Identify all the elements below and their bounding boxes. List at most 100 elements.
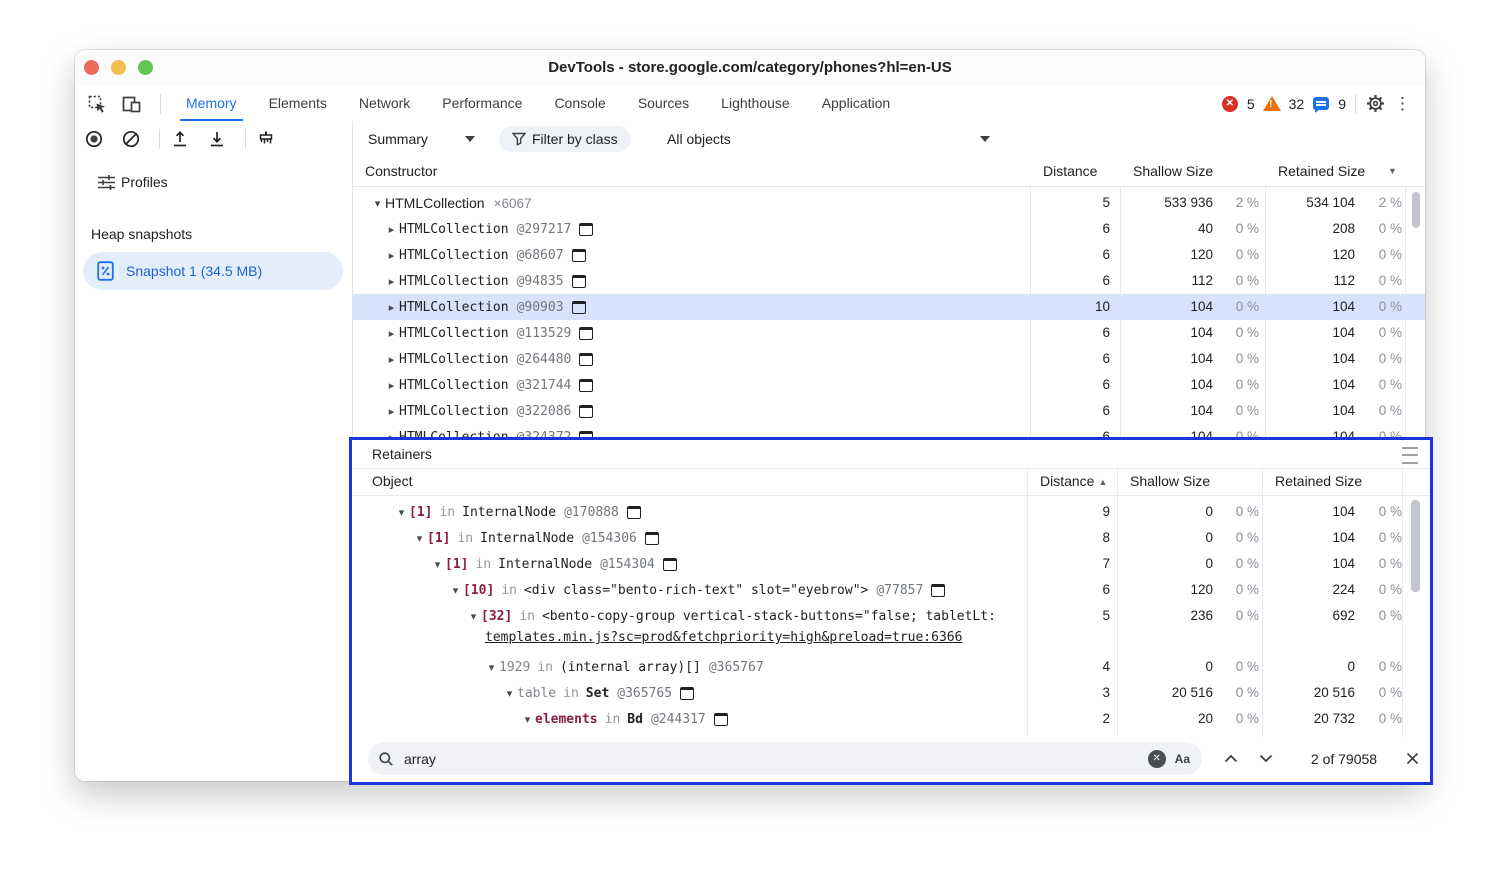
memory-toolbar: Summary Filter by class All objects: [75, 121, 1425, 158]
collapse-icon[interactable]: [394, 506, 409, 519]
retained-size-column-header[interactable]: Retained Size: [1278, 157, 1365, 186]
retainers-pane-titlebar: Retainers: [352, 440, 1430, 469]
heap-object-row-selected[interactable]: HTMLCollection @90903 10 104 0 % 104 0 %: [352, 294, 1425, 320]
collapse-icon[interactable]: [520, 713, 535, 726]
frame-icon[interactable]: [579, 327, 593, 340]
frame-icon[interactable]: [627, 506, 641, 519]
more-options-kebab-icon[interactable]: ⋮: [1394, 95, 1411, 112]
heap-object-row[interactable]: HTMLCollection @321744 6 104 0 % 104 0 %: [352, 372, 1425, 398]
issue-count[interactable]: 9: [1338, 96, 1346, 112]
heap-object-row[interactable]: HTMLCollection @297217 6 40 0 % 208 0 %: [352, 216, 1425, 242]
retainer-row[interactable]: [1] in InternalNode @154306 8 0 0 % 104 …: [352, 525, 1430, 551]
warning-count-icon[interactable]: [1264, 96, 1280, 112]
expand-icon[interactable]: [384, 379, 399, 392]
frame-icon[interactable]: [663, 558, 677, 571]
source-location-link[interactable]: templates.min.js?sc=prod&fetchpriority=h…: [485, 627, 962, 649]
collapse-icon[interactable]: [466, 610, 481, 623]
tab-sources[interactable]: Sources: [622, 86, 705, 121]
frame-icon[interactable]: [680, 687, 694, 700]
retainer-row[interactable]: [10] in <div class="bento-rich-text" slo…: [352, 577, 1430, 603]
frame-icon[interactable]: [579, 223, 593, 236]
retained-size-column-header[interactable]: Retained Size: [1275, 468, 1362, 495]
collapse-icon[interactable]: [370, 197, 385, 210]
error-count-icon[interactable]: ✕: [1222, 96, 1238, 112]
clear-brush-icon[interactable]: [255, 128, 277, 150]
constructor-column-header[interactable]: Constructor: [365, 157, 437, 186]
next-result-button[interactable]: [1253, 742, 1279, 775]
frame-icon[interactable]: [579, 379, 593, 392]
clear-profiles-icon[interactable]: [120, 128, 142, 150]
collapse-icon[interactable]: [484, 661, 499, 674]
retainers-title: Retainers: [372, 446, 432, 462]
sidebar-item-profiles[interactable]: Profiles: [75, 165, 352, 199]
load-profile-icon[interactable]: [169, 128, 191, 150]
frame-icon[interactable]: [572, 301, 586, 314]
match-case-toggle[interactable]: Aa: [1175, 752, 1190, 766]
distance-column-header[interactable]: Distance: [1043, 157, 1097, 186]
retainer-row[interactable]: [1] in InternalNode @170888 9 0 0 % 104 …: [352, 499, 1430, 525]
settings-gear-icon[interactable]: [1365, 94, 1385, 114]
frame-icon[interactable]: [645, 532, 659, 545]
expand-icon[interactable]: [384, 405, 399, 418]
vertical-scrollbar-thumb[interactable]: [1411, 500, 1420, 592]
tab-memory[interactable]: Memory: [170, 86, 253, 121]
retainer-row[interactable]: table in Set @365765 3 20 516 0 % 20 516…: [352, 680, 1430, 706]
issues-icon[interactable]: [1313, 96, 1329, 112]
divider: [245, 129, 246, 149]
expand-icon[interactable]: [384, 249, 399, 262]
retainer-row[interactable]: [32] in <bento-copy-group vertical-stack…: [352, 603, 1430, 629]
constructor-group-row[interactable]: HTMLCollection ×6067 5 533 936 2 % 534 1…: [352, 190, 1425, 216]
frame-icon[interactable]: [714, 713, 728, 726]
save-profile-icon[interactable]: [206, 128, 228, 150]
vertical-scrollbar-thumb[interactable]: [1412, 192, 1420, 228]
warning-count[interactable]: 32: [1289, 96, 1305, 112]
frame-icon[interactable]: [579, 353, 593, 366]
search-input[interactable]: [402, 750, 1148, 768]
object-column-header[interactable]: Object: [372, 468, 412, 495]
frame-icon[interactable]: [579, 405, 593, 418]
record-heap-snapshot-icon[interactable]: [83, 128, 105, 150]
heap-object-row[interactable]: HTMLCollection @68607 6 120 0 % 120 0 %: [352, 242, 1425, 268]
previous-result-button[interactable]: [1218, 742, 1244, 775]
retainer-row[interactable]: 1929 in (internal array)[] @365767 4 0 0…: [352, 654, 1430, 680]
collapse-icon[interactable]: [448, 584, 463, 597]
tab-console[interactable]: Console: [538, 86, 621, 121]
device-toolbar-icon[interactable]: [121, 93, 143, 115]
retainer-row[interactable]: elements in Bd @244317 2 20 0 % 20 732 0…: [352, 706, 1430, 732]
heap-object-row[interactable]: HTMLCollection @94835 6 112 0 % 112 0 %: [352, 268, 1425, 294]
heap-object-row[interactable]: HTMLCollection @322086 6 104 0 % 104 0 %: [352, 398, 1425, 424]
tab-application[interactable]: Application: [806, 86, 907, 121]
collapse-icon[interactable]: [502, 687, 517, 700]
expand-icon[interactable]: [384, 223, 399, 236]
retainer-row[interactable]: [1] in InternalNode @154304 7 0 0 % 104 …: [352, 551, 1430, 577]
pane-menu-icon[interactable]: [1402, 447, 1418, 464]
heap-object-row[interactable]: HTMLCollection @113529 6 104 0 % 104 0 %: [352, 320, 1425, 346]
divider: [1355, 94, 1356, 114]
clear-search-icon[interactable]: ✕: [1148, 750, 1166, 768]
shallow-size-column-header[interactable]: Shallow Size: [1130, 468, 1210, 495]
sidebar-item-snapshot-1[interactable]: Snapshot 1 (34.5 MB): [83, 252, 343, 290]
collapse-icon[interactable]: [412, 532, 427, 545]
tab-network[interactable]: Network: [343, 86, 426, 121]
collapse-icon[interactable]: [430, 558, 445, 571]
tab-performance[interactable]: Performance: [426, 86, 538, 121]
shallow-size-column-header[interactable]: Shallow Size: [1133, 157, 1213, 186]
expand-icon[interactable]: [384, 353, 399, 366]
tab-lighthouse[interactable]: Lighthouse: [705, 86, 806, 121]
frame-icon[interactable]: [572, 275, 586, 288]
inspect-element-icon[interactable]: [86, 93, 108, 115]
perspective-select[interactable]: Summary: [368, 121, 428, 157]
object-filter-select[interactable]: All objects: [667, 121, 731, 157]
error-count[interactable]: 5: [1247, 96, 1255, 112]
close-search-icon[interactable]: [1400, 742, 1424, 775]
heap-object-row[interactable]: HTMLCollection @264480 6 104 0 % 104 0 %: [352, 346, 1425, 372]
tab-elements[interactable]: Elements: [253, 86, 343, 121]
distance-column-header[interactable]: Distance: [1040, 468, 1107, 495]
expand-icon[interactable]: [384, 275, 399, 288]
frame-icon[interactable]: [572, 249, 586, 262]
frame-icon[interactable]: [931, 584, 945, 597]
window-title: DevTools - store.google.com/category/pho…: [75, 50, 1425, 86]
expand-icon[interactable]: [384, 327, 399, 340]
filter-by-class-chip[interactable]: Filter by class: [499, 126, 631, 152]
expand-icon[interactable]: [384, 301, 399, 314]
